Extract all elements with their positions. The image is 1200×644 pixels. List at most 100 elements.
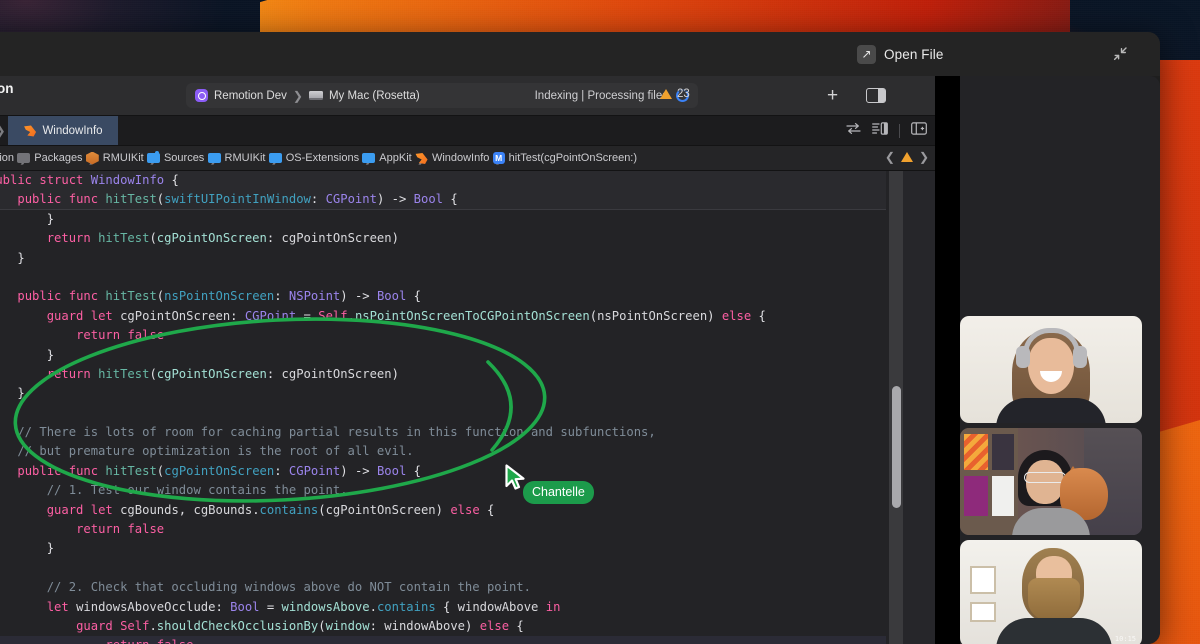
warning-triangle-icon[interactable] — [900, 152, 913, 162]
code-token: : — [274, 289, 289, 304]
code-line[interactable]: guard let cgPointOnScreen: CGPoint = Sel… — [0, 307, 886, 326]
tab-navigation-arrows[interactable]: ❮ ❯ — [0, 123, 6, 139]
plus-icon[interactable]: + — [827, 86, 838, 105]
method-badge-icon: M — [492, 152, 505, 164]
code-token: // 2. Check that occluding windows above… — [0, 580, 531, 595]
folder-icon — [207, 153, 221, 163]
chevron-left-icon[interactable]: ❮ — [885, 150, 895, 164]
code-line[interactable]: } — [0, 210, 886, 229]
code-token: { — [406, 463, 421, 478]
wall-frame-2 — [970, 602, 996, 622]
breadcrumb-item-windowinfo[interactable]: WindowInfo — [415, 152, 489, 165]
code-token: else — [721, 308, 752, 323]
code-line[interactable] — [0, 559, 886, 578]
scheme-destination-pill[interactable]: Remotion Dev ❯ My Mac (Rosetta) Indexing… — [186, 83, 698, 108]
code-token: return — [76, 522, 128, 537]
open-file-button[interactable]: ↗ Open File — [857, 42, 943, 66]
editor-minimap[interactable] — [903, 171, 935, 644]
code-line[interactable]: } — [0, 539, 886, 558]
code-token: ) -> — [340, 289, 377, 304]
breadcrumb-item-method[interactable]: M hitTest(cgPointOnScreen:) — [492, 152, 637, 164]
code-token: return — [105, 638, 156, 644]
chevron-right-icon[interactable]: ❯ — [919, 150, 929, 164]
code-line[interactable] — [0, 404, 886, 423]
code-token: false — [127, 522, 165, 537]
code-line[interactable]: // There is lots of room for caching par… — [0, 423, 886, 442]
code-line[interactable]: public struct WindowInfo { — [0, 171, 886, 191]
breadcrumb-item-sources[interactable]: Sources — [146, 150, 204, 164]
code-token: . — [149, 618, 157, 633]
code-token: } — [17, 250, 25, 265]
breadcrumb-item-rmuikit-folder[interactable]: RMUIKit — [207, 152, 265, 164]
code-line[interactable]: } — [0, 384, 886, 403]
code-line[interactable]: // 2. Check that occluding windows above… — [0, 578, 886, 597]
code-line[interactable]: public func hitTest(nsPointOnScreen: NSP… — [0, 287, 886, 306]
participant-tile-2[interactable] — [960, 428, 1142, 535]
breadcrumb-item-os-extensions[interactable]: OS-Extensions — [268, 152, 360, 164]
code-line[interactable] — [0, 268, 886, 287]
code-token: : — [215, 599, 231, 614]
breadcrumb-label: WindowInfo — [431, 152, 490, 164]
code-line[interactable]: return false — [0, 520, 886, 539]
warning-indicator[interactable]: 23 — [660, 88, 690, 100]
code-token: contains — [259, 502, 319, 517]
code-line[interactable]: return false — [0, 636, 886, 644]
inspector-panel-icon[interactable] — [911, 122, 927, 140]
code-editor[interactable]: public struct WindowInfo { public func h… — [0, 171, 935, 644]
code-token: cgPointOnScreen — [156, 231, 267, 246]
toolbar-divider — [899, 124, 900, 138]
code-token: ) — [391, 366, 399, 381]
editor-scrollbar-thumb[interactable] — [892, 386, 901, 508]
code-token: CGPoint — [288, 463, 341, 478]
code-line[interactable]: public func hitTest(cgPointOnScreen: CGP… — [0, 462, 886, 481]
code-line[interactable]: // but premature optimization is the roo… — [0, 442, 886, 461]
breadcrumb-item-appkit[interactable]: AppKit — [362, 152, 412, 164]
code-token: guard — [46, 308, 91, 323]
code-line[interactable]: // 1. Test our window contains the point… — [0, 481, 886, 500]
tab-windowinfo[interactable]: WindowInfo — [8, 116, 118, 145]
right-panel-toggle-icon[interactable] — [866, 88, 886, 103]
code-line[interactable]: let windowsAboveOcclude: Bool = windowsA… — [0, 598, 886, 617]
breadcrumb-label: OS-Extensions — [285, 152, 360, 164]
participant-video-rail: 10:15 — [960, 76, 1160, 644]
chevron-right-icon[interactable]: ❯ — [0, 123, 6, 139]
code-line[interactable]: public func hitTest(swiftUIPointInWindow… — [0, 190, 886, 210]
screen-share-letterbox — [935, 76, 960, 644]
avatar-beard — [1028, 578, 1080, 622]
participant-timestamp: 10:15 — [1114, 635, 1136, 643]
indexing-status-label: Indexing | Processing files — [534, 89, 668, 102]
swap-arrows-icon[interactable] — [846, 122, 861, 140]
code-token: { — [509, 618, 524, 633]
code-token: Bool — [413, 192, 443, 207]
code-token: } — [46, 347, 55, 362]
breadcrumb-item-project[interactable]: motion — [0, 152, 14, 164]
code-token: let — [90, 308, 121, 323]
code-token: : — [369, 618, 385, 633]
breadcrumb-item-rmuikit-package[interactable]: RMUIKit — [85, 151, 144, 165]
code-token: ( — [589, 308, 598, 323]
code-token: { — [406, 289, 421, 304]
code-line[interactable]: guard Self.shouldCheckOcclusionBy(window… — [0, 617, 886, 636]
participant-tile-1[interactable] — [960, 316, 1142, 423]
code-token: } — [17, 386, 25, 401]
collapse-diagonal-icon[interactable] — [1110, 44, 1130, 64]
code-token: guard — [46, 502, 91, 517]
code-line[interactable]: return hitTest(cgPointOnScreen: cgPointO… — [0, 229, 886, 248]
code-token: CGPoint — [325, 192, 377, 207]
participant-tile-3[interactable]: 10:15 — [960, 540, 1142, 644]
code-line[interactable]: return false — [0, 326, 886, 345]
source-code[interactable]: public struct WindowInfo { public func h… — [0, 171, 886, 644]
code-token: = — [296, 308, 319, 323]
code-line[interactable]: return hitTest(cgPointOnScreen: cgPointO… — [0, 365, 886, 384]
code-line[interactable]: guard let cgBounds, cgBounds.contains(cg… — [0, 501, 886, 520]
breadcrumb-item-packages[interactable]: Packages — [17, 152, 83, 164]
code-line[interactable]: } — [0, 346, 886, 365]
code-token: // but premature optimization is the roo… — [0, 444, 414, 459]
destination-label: My Mac (Rosetta) — [328, 89, 420, 102]
code-token: . — [347, 308, 355, 323]
minimap-icon[interactable] — [872, 122, 888, 140]
code-line[interactable]: } — [0, 249, 886, 268]
